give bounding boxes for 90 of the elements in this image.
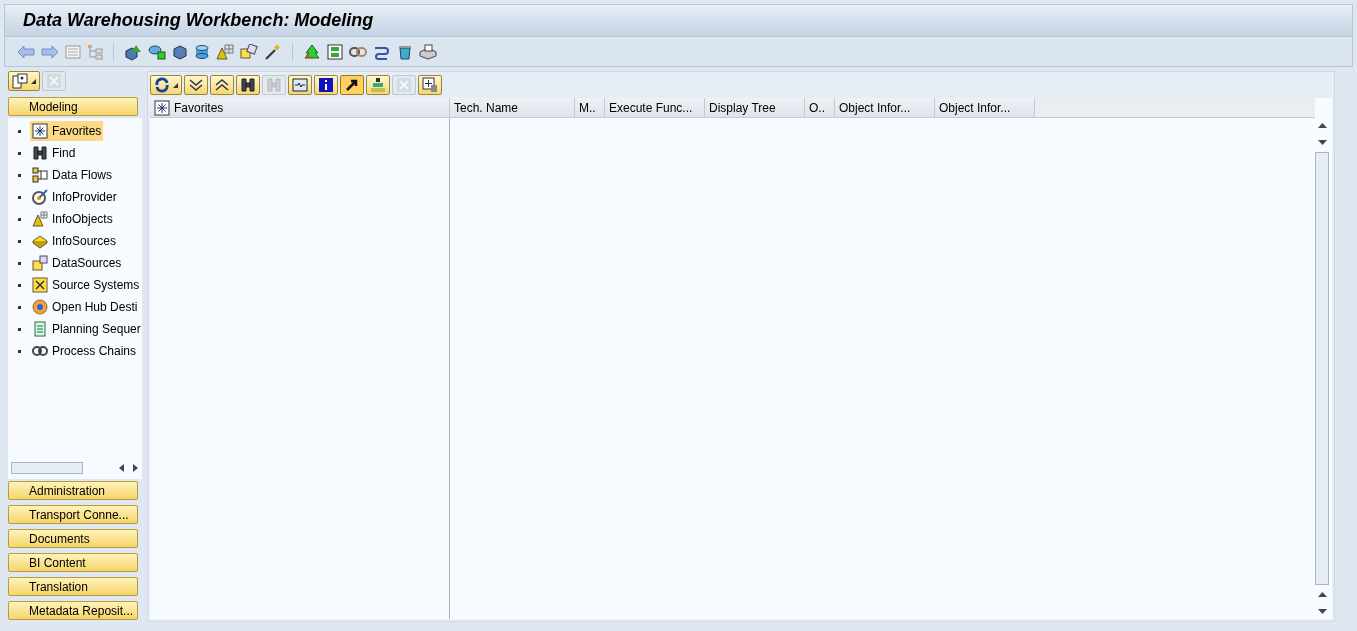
bin-icon[interactable] xyxy=(397,43,413,60)
hub-circle-icon xyxy=(32,299,48,315)
chain-icon xyxy=(32,343,48,359)
cross-box-icon xyxy=(32,277,48,293)
toolbar-button[interactable] xyxy=(150,75,182,95)
tree-item[interactable]: Data Flows xyxy=(30,165,115,185)
toolbar-button[interactable] xyxy=(236,75,260,95)
modeling-section-button[interactable]: Modeling xyxy=(8,97,138,116)
section-button[interactable]: Documents xyxy=(8,529,138,548)
cube-icon[interactable] xyxy=(172,43,188,60)
vertical-scrollbar-thumb[interactable] xyxy=(1315,152,1329,585)
tree-item-label: Source Systems xyxy=(52,277,140,294)
tree-item-label: Find xyxy=(52,145,76,162)
column-header[interactable]: Tech. Name xyxy=(450,98,575,117)
forward-arrow-icon[interactable] xyxy=(41,44,59,59)
close-icon xyxy=(396,77,412,93)
tree-item-label: Favorites xyxy=(52,123,102,140)
triangle-grid-icon xyxy=(32,211,48,227)
section-button[interactable]: Administration xyxy=(8,481,138,500)
arrow-icon xyxy=(344,77,360,93)
tree-item-label: Open Hub Desti xyxy=(52,299,138,316)
pyramid-icon xyxy=(370,77,386,93)
toolbar-button[interactable] xyxy=(340,75,364,95)
triangle-grid-icon[interactable] xyxy=(216,43,234,60)
refresh-icon xyxy=(154,77,170,93)
list-sheet-icon xyxy=(32,321,48,337)
target-icon xyxy=(32,189,48,205)
column-header[interactable]: O.. xyxy=(805,98,835,117)
chain-icon[interactable] xyxy=(349,44,367,59)
toolbar-button[interactable] xyxy=(366,75,390,95)
datasource-icon[interactable] xyxy=(240,43,258,60)
scroll-right-icon[interactable] xyxy=(131,464,139,472)
flow-boxes-icon xyxy=(32,167,48,183)
column-header[interactable]: M.. xyxy=(575,98,605,117)
diamond-icon xyxy=(32,233,48,249)
dropdown-caret-icon xyxy=(30,78,36,84)
tree-item[interactable]: InfoProvider xyxy=(30,187,119,207)
tree-item[interactable]: DataSources xyxy=(30,253,124,273)
database-link-icon[interactable] xyxy=(148,43,166,60)
toolbar-button[interactable] xyxy=(288,75,312,95)
window-title: Data Warehousing Workbench: Modeling xyxy=(23,9,374,32)
toolbar-button[interactable] xyxy=(314,75,338,95)
binoculars-plus-icon xyxy=(266,77,282,93)
tree-item[interactable]: Favorites xyxy=(30,121,104,141)
layout-icon xyxy=(12,73,28,89)
tree-item-label: InfoObjects xyxy=(52,211,113,228)
toolbar-button[interactable] xyxy=(418,75,442,95)
tree-item-label: Planning Sequer xyxy=(52,321,141,338)
monitor-icon xyxy=(292,77,308,93)
scroll-left-icon[interactable] xyxy=(118,464,126,472)
section-button[interactable]: Transport Conne... xyxy=(8,505,138,524)
magic-wand-icon[interactable] xyxy=(264,43,282,60)
column-header[interactable]: Favorites xyxy=(150,98,450,117)
info-icon xyxy=(318,77,334,93)
column-header[interactable]: Object Infor... xyxy=(835,98,935,117)
tree-item-label: InfoSources xyxy=(52,233,117,250)
back-arrow-icon[interactable] xyxy=(17,44,35,59)
tree-item[interactable]: InfoSources xyxy=(30,231,119,251)
toolbar-button[interactable] xyxy=(184,75,208,95)
expand-icon xyxy=(188,77,204,93)
tree-item[interactable]: Process Chains xyxy=(30,341,139,361)
binoculars-icon xyxy=(240,77,256,93)
bracket-icon[interactable] xyxy=(327,43,343,60)
tree-item[interactable]: Find xyxy=(30,143,78,163)
tree-item[interactable]: InfoObjects xyxy=(30,209,115,229)
toolbar-button[interactable] xyxy=(210,75,234,95)
column-header[interactable]: Object Infor... xyxy=(935,98,1035,117)
section-button[interactable]: Translation xyxy=(8,577,138,596)
section-button[interactable]: BI Content xyxy=(8,553,138,572)
binoculars-icon xyxy=(32,145,48,161)
star-grid-icon xyxy=(154,99,170,116)
tree-icon[interactable] xyxy=(303,43,321,60)
cylinder-icon[interactable] xyxy=(194,43,210,60)
star-grid-icon xyxy=(32,123,48,139)
collapse-icon xyxy=(214,77,230,93)
horizontal-scrollbar-thumb[interactable] xyxy=(11,462,83,474)
column-header[interactable]: Display Tree xyxy=(705,98,805,117)
tree-item-label: Process Chains xyxy=(52,343,137,360)
tree-item-label: InfoProvider xyxy=(52,189,117,206)
column-header[interactable]: Execute Func... xyxy=(605,98,705,117)
tree-item[interactable]: Planning Sequer xyxy=(30,319,142,339)
tree-item-label: Data Flows xyxy=(52,167,113,184)
tree-item[interactable]: Source Systems xyxy=(30,275,142,295)
tree-item[interactable]: Open Hub Desti xyxy=(30,297,140,317)
close-icon xyxy=(46,73,62,89)
dropdown-caret-icon xyxy=(172,82,178,88)
section-button[interactable]: Metadata Reposit... xyxy=(8,601,138,620)
datasource-icon xyxy=(32,255,48,271)
tree-item-label: DataSources xyxy=(52,255,122,272)
toolbar-button[interactable] xyxy=(8,71,40,91)
